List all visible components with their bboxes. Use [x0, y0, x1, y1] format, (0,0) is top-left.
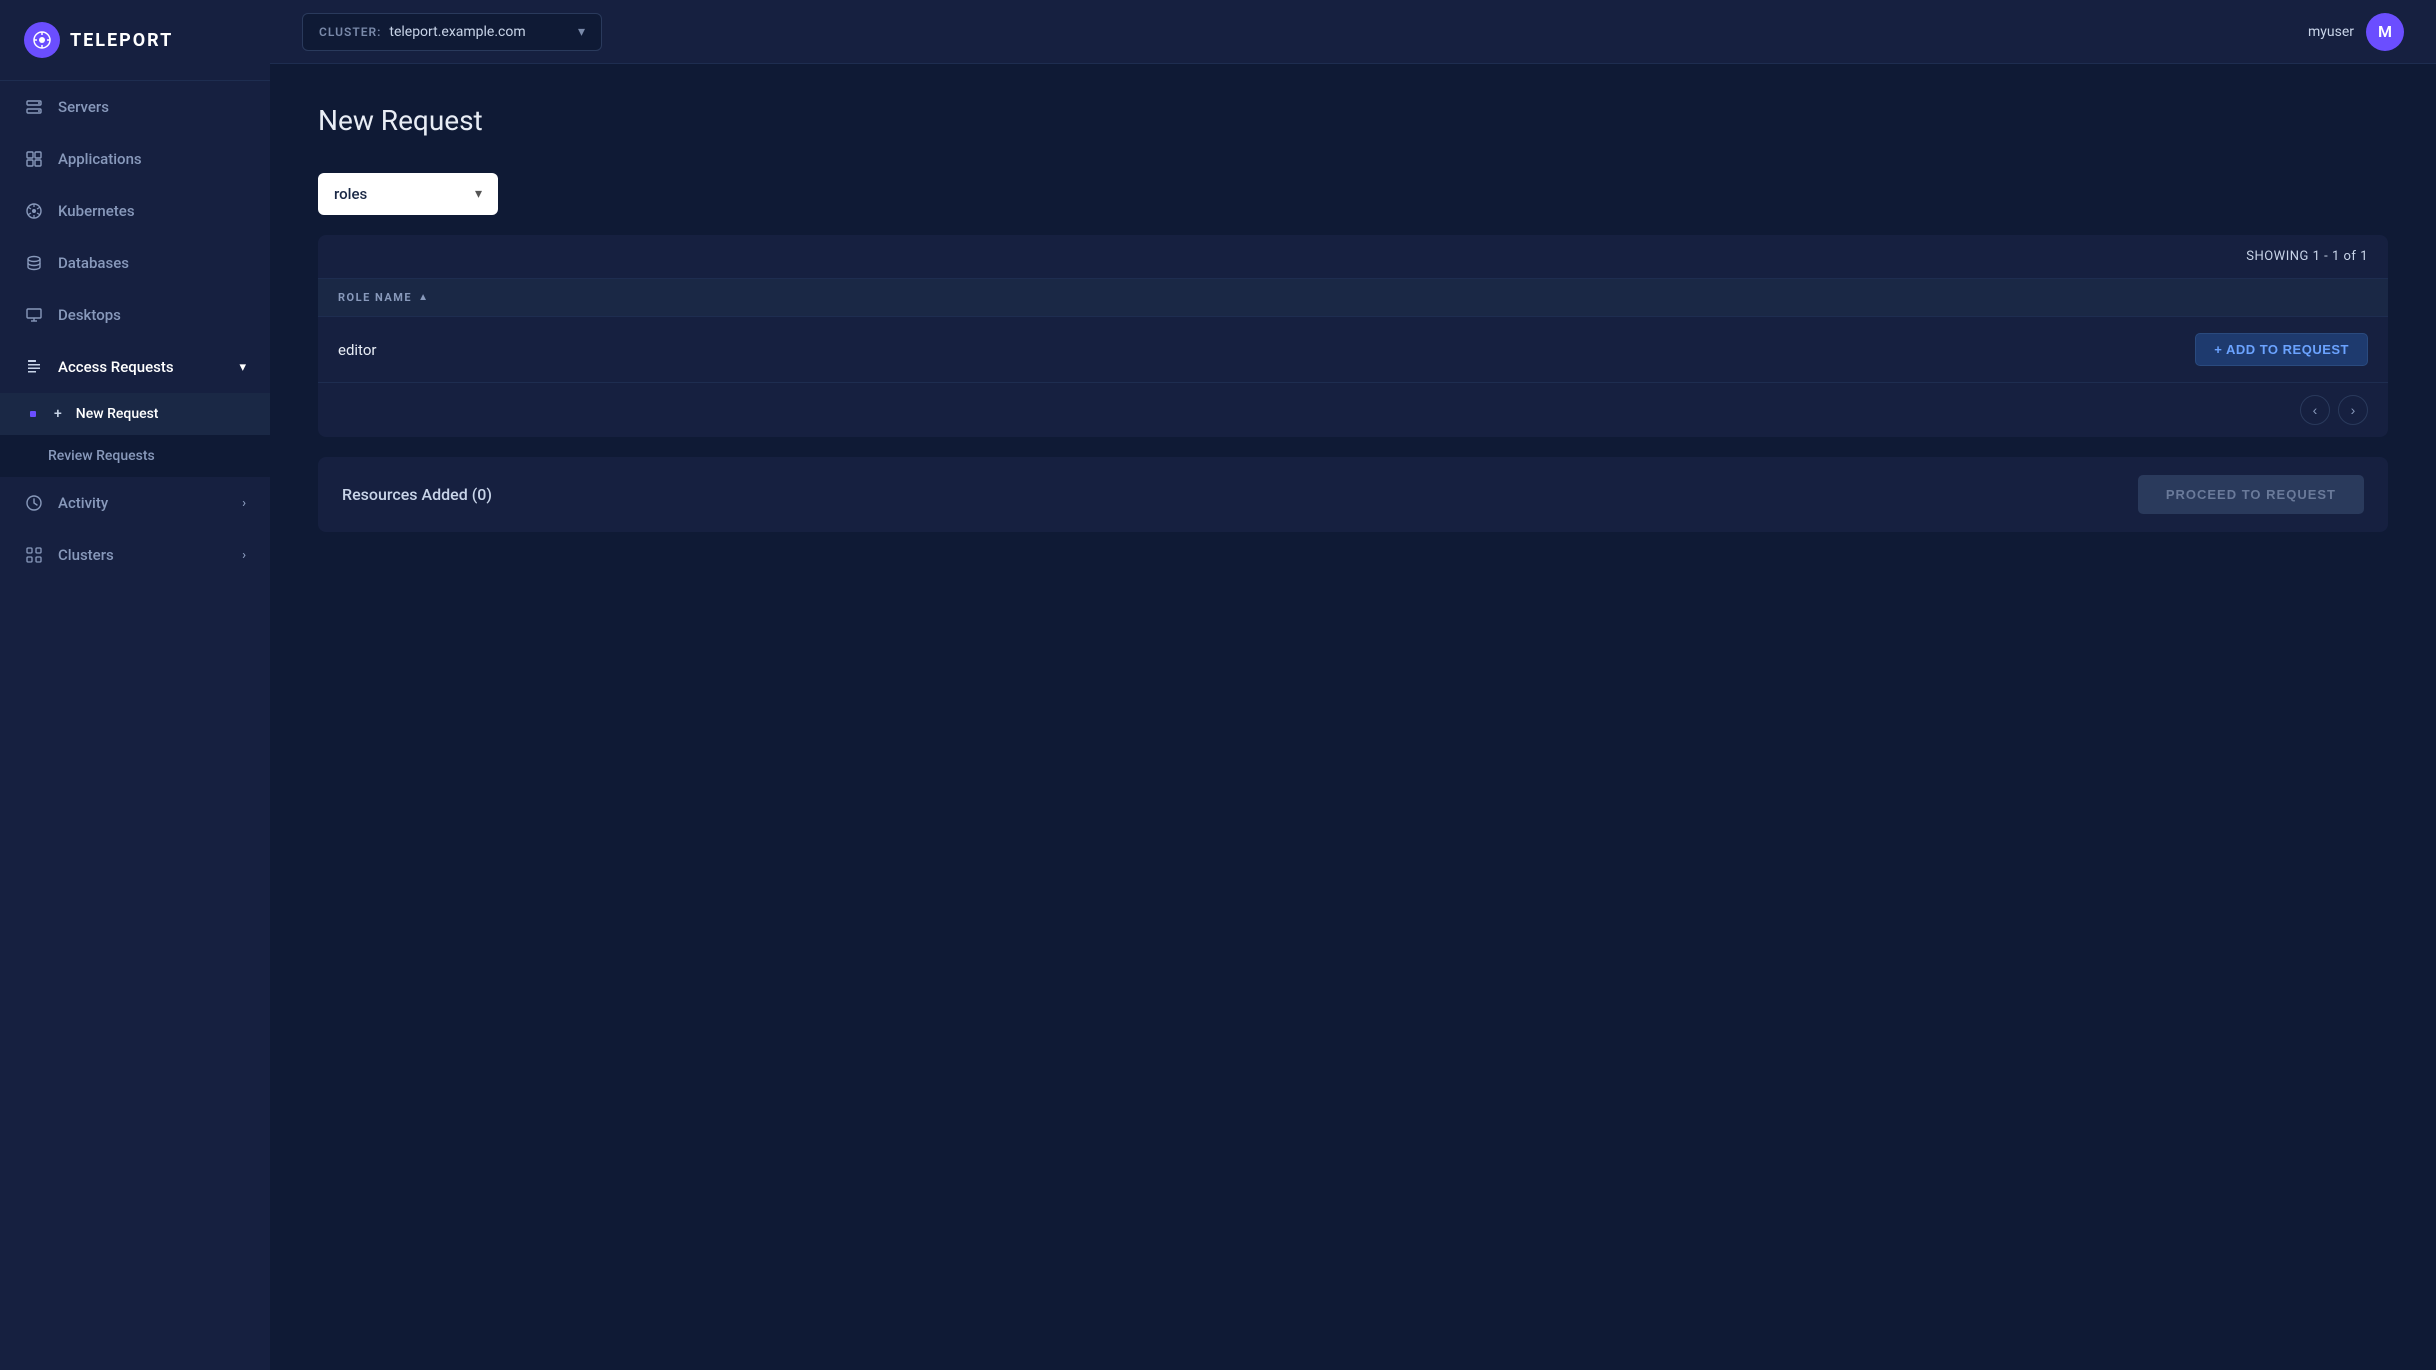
cluster-chevron-icon: ▾ [578, 24, 585, 40]
cluster-selector[interactable]: CLUSTER: teleport.example.com ▾ [302, 13, 602, 51]
type-filter-dropdown[interactable]: roles ▾ [318, 173, 498, 215]
active-indicator [30, 411, 36, 417]
sidebar-item-desktops[interactable]: Desktops [0, 289, 270, 341]
desktops-icon [24, 305, 44, 325]
proceed-to-request-button[interactable]: PROCEED TO REQUEST [2138, 475, 2364, 514]
sort-icon: ▲ [418, 292, 429, 303]
role-name-column-header[interactable]: ROLE NAME ▲ [338, 291, 429, 304]
roles-table: SHOWING 1 - 1 of 1 ROLE NAME ▲ editor + … [318, 235, 2388, 437]
filter-row: roles ▾ [318, 173, 2388, 215]
sidebar-item-access-requests-label: Access Requests [58, 358, 174, 376]
showing-prefix: SHOWING [2246, 249, 2309, 264]
access-requests-icon [24, 357, 44, 377]
showing-of: of [2344, 249, 2357, 264]
username: myuser [2308, 24, 2354, 40]
sidebar-item-review-requests[interactable]: Review Requests [0, 435, 270, 477]
cluster-value: teleport.example.com [389, 24, 570, 40]
user-area: myuser M [2308, 13, 2404, 51]
page-content: New Request roles ▾ SHOWING 1 - 1 of 1 R… [270, 64, 2436, 1370]
add-to-request-button[interactable]: + ADD TO REQUEST [2195, 333, 2368, 366]
sidebar-item-access-requests[interactable]: Access Requests ▾ [0, 341, 270, 393]
table-row: editor + ADD TO REQUEST [318, 317, 2388, 383]
type-filter-chevron-icon: ▾ [475, 186, 482, 202]
main-content: CLUSTER: teleport.example.com ▾ myuser M… [270, 0, 2436, 1370]
activity-icon [24, 493, 44, 513]
cluster-label: CLUSTER: [319, 25, 381, 39]
logo-text: TELEPORT [70, 30, 173, 51]
sidebar-item-databases[interactable]: Databases [0, 237, 270, 289]
avatar[interactable]: M [2366, 13, 2404, 51]
resources-bar: Resources Added (0) PROCEED TO REQUEST [318, 457, 2388, 532]
role-name-cell: editor [338, 341, 2195, 359]
sidebar-item-new-request-label: New Request [76, 406, 159, 422]
sidebar-item-activity-label: Activity [58, 494, 108, 512]
logo[interactable]: TELEPORT [0, 0, 270, 81]
sidebar-item-kubernetes[interactable]: Kubernetes [0, 185, 270, 237]
showing-text: SHOWING 1 - 1 of 1 [2246, 249, 2368, 264]
sidebar-item-applications[interactable]: Applications [0, 133, 270, 185]
sidebar-item-servers[interactable]: Servers [0, 81, 270, 133]
databases-icon [24, 253, 44, 273]
sidebar-item-servers-label: Servers [58, 98, 109, 116]
table-showing-row: SHOWING 1 - 1 of 1 [318, 235, 2388, 279]
next-page-button[interactable]: › [2338, 395, 2368, 425]
showing-total: 1 [2360, 249, 2368, 264]
type-filter-value: roles [334, 185, 367, 203]
topbar: CLUSTER: teleport.example.com ▾ myuser M [270, 0, 2436, 64]
pagination-row: ‹ › [318, 383, 2388, 437]
sidebar-item-new-request[interactable]: + New Request [0, 393, 270, 435]
sidebar-item-applications-label: Applications [58, 150, 142, 168]
clusters-chevron: › [242, 548, 246, 563]
access-requests-chevron: ▾ [239, 360, 246, 375]
clusters-icon [24, 545, 44, 565]
prev-page-button[interactable]: ‹ [2300, 395, 2330, 425]
resources-added-label: Resources Added (0) [342, 485, 492, 504]
role-name-header-label: ROLE NAME [338, 291, 412, 304]
sidebar-item-kubernetes-label: Kubernetes [58, 202, 135, 220]
sidebar-item-desktops-label: Desktops [58, 306, 121, 324]
sidebar-item-clusters[interactable]: Clusters › [0, 529, 270, 581]
access-requests-submenu: + New Request Review Requests [0, 393, 270, 477]
servers-icon [24, 97, 44, 117]
applications-icon [24, 149, 44, 169]
sidebar-item-clusters-label: Clusters [58, 546, 114, 564]
showing-range: 1 - 1 [2313, 249, 2340, 264]
sidebar-item-new-request-icon: + [54, 406, 62, 422]
sidebar-item-databases-label: Databases [58, 254, 129, 272]
sidebar-item-activity[interactable]: Activity › [0, 477, 270, 529]
kubernetes-icon [24, 201, 44, 221]
table-column-headers: ROLE NAME ▲ [318, 279, 2388, 317]
page-title: New Request [318, 104, 2388, 137]
activity-chevron: › [242, 496, 246, 511]
sidebar: TELEPORT Servers Applications [0, 0, 270, 1370]
logo-icon [24, 22, 60, 58]
sidebar-item-review-requests-label: Review Requests [48, 448, 155, 464]
